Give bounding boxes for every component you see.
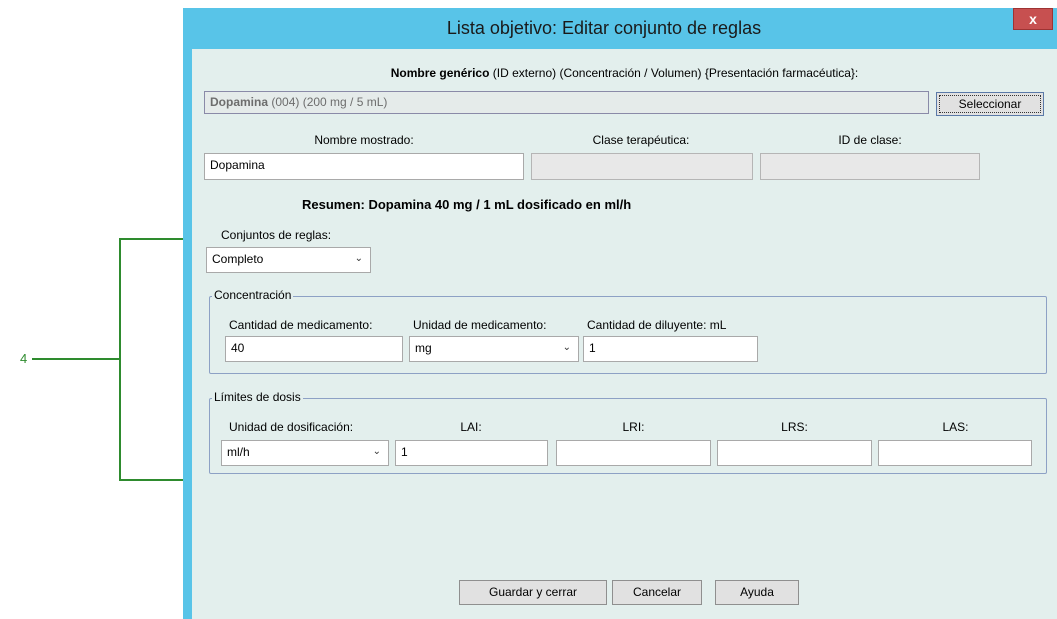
dose-limits-legend: Límites de dosis [212, 390, 303, 404]
lri-label: LRI: [622, 420, 645, 434]
class-id-label: ID de clase: [838, 133, 902, 147]
callout-leader-line [32, 358, 120, 360]
dose-unit-selected: ml/h [227, 445, 250, 459]
las-input[interactable] [878, 440, 1032, 466]
lai-input[interactable]: 1 [395, 440, 548, 466]
chevron-down-icon: ⌄ [372, 446, 381, 457]
therapeutic-class-input [531, 153, 753, 180]
generic-name-field: Dopamina (004) (200 mg / 5 mL) [204, 91, 929, 114]
rule-sets-dropdown[interactable]: Completo ⌄ [206, 247, 371, 273]
lrs-label: LRS: [781, 420, 808, 434]
rule-sets-selected: Completo [212, 252, 264, 266]
dose-unit-dropdown[interactable]: ml/h ⌄ [221, 440, 389, 466]
drug-unit-dropdown[interactable]: mg ⌄ [409, 336, 579, 362]
dose-unit-label: Unidad de dosificación: [229, 420, 354, 434]
generic-name-details: (004) (200 mg / 5 mL) [268, 95, 388, 109]
select-button[interactable]: Seleccionar [936, 92, 1044, 116]
summary-text: Resumen: Dopamina 40 mg / 1 mL dosificad… [302, 197, 632, 212]
cancel-button[interactable]: Cancelar [612, 580, 702, 605]
drug-unit-label: Unidad de medicamento: [413, 318, 547, 332]
chevron-down-icon: ⌄ [354, 253, 363, 264]
save-and-close-button[interactable]: Guardar y cerrar [459, 580, 607, 605]
diluent-amount-input[interactable]: 1 [583, 336, 758, 362]
generic-name-value: Dopamina [210, 95, 269, 109]
drug-amount-input[interactable]: 40 [225, 336, 403, 362]
drug-unit-selected: mg [415, 341, 432, 355]
diluent-amount-label: Cantidad de diluyente: mL [587, 318, 727, 332]
generic-name-header-bold: Nombre genérico [390, 66, 490, 80]
concentration-legend: Concentración [212, 288, 294, 302]
las-label: LAS: [942, 420, 969, 434]
callout-bracket-bottom [119, 479, 191, 481]
lai-label: LAI: [460, 420, 482, 434]
callout-bracket-vertical [119, 238, 121, 481]
concentration-group [209, 296, 1047, 374]
rule-sets-label: Conjuntos de reglas: [221, 228, 332, 242]
close-icon: x [1029, 11, 1037, 27]
chevron-down-icon: ⌄ [562, 342, 571, 353]
class-id-input [760, 153, 980, 180]
lrs-input[interactable] [717, 440, 872, 466]
therapeutic-class-label: Clase terapéutica: [592, 133, 690, 147]
callout-number: 4 [20, 351, 28, 366]
help-button[interactable]: Ayuda [715, 580, 799, 605]
lri-input[interactable] [556, 440, 711, 466]
display-name-label: Nombre mostrado: [314, 133, 414, 147]
display-name-input[interactable]: Dopamina [204, 153, 524, 180]
generic-name-header: Nombre genérico (ID externo) (Concentrac… [192, 66, 1057, 80]
window-title: Lista objetivo: Editar conjunto de regla… [446, 18, 762, 38]
generic-name-header-rest: (ID externo) (Concentración / Volumen) {… [489, 66, 859, 80]
drug-amount-label: Cantidad de medicamento: [229, 318, 373, 332]
close-button[interactable]: x [1013, 8, 1053, 30]
